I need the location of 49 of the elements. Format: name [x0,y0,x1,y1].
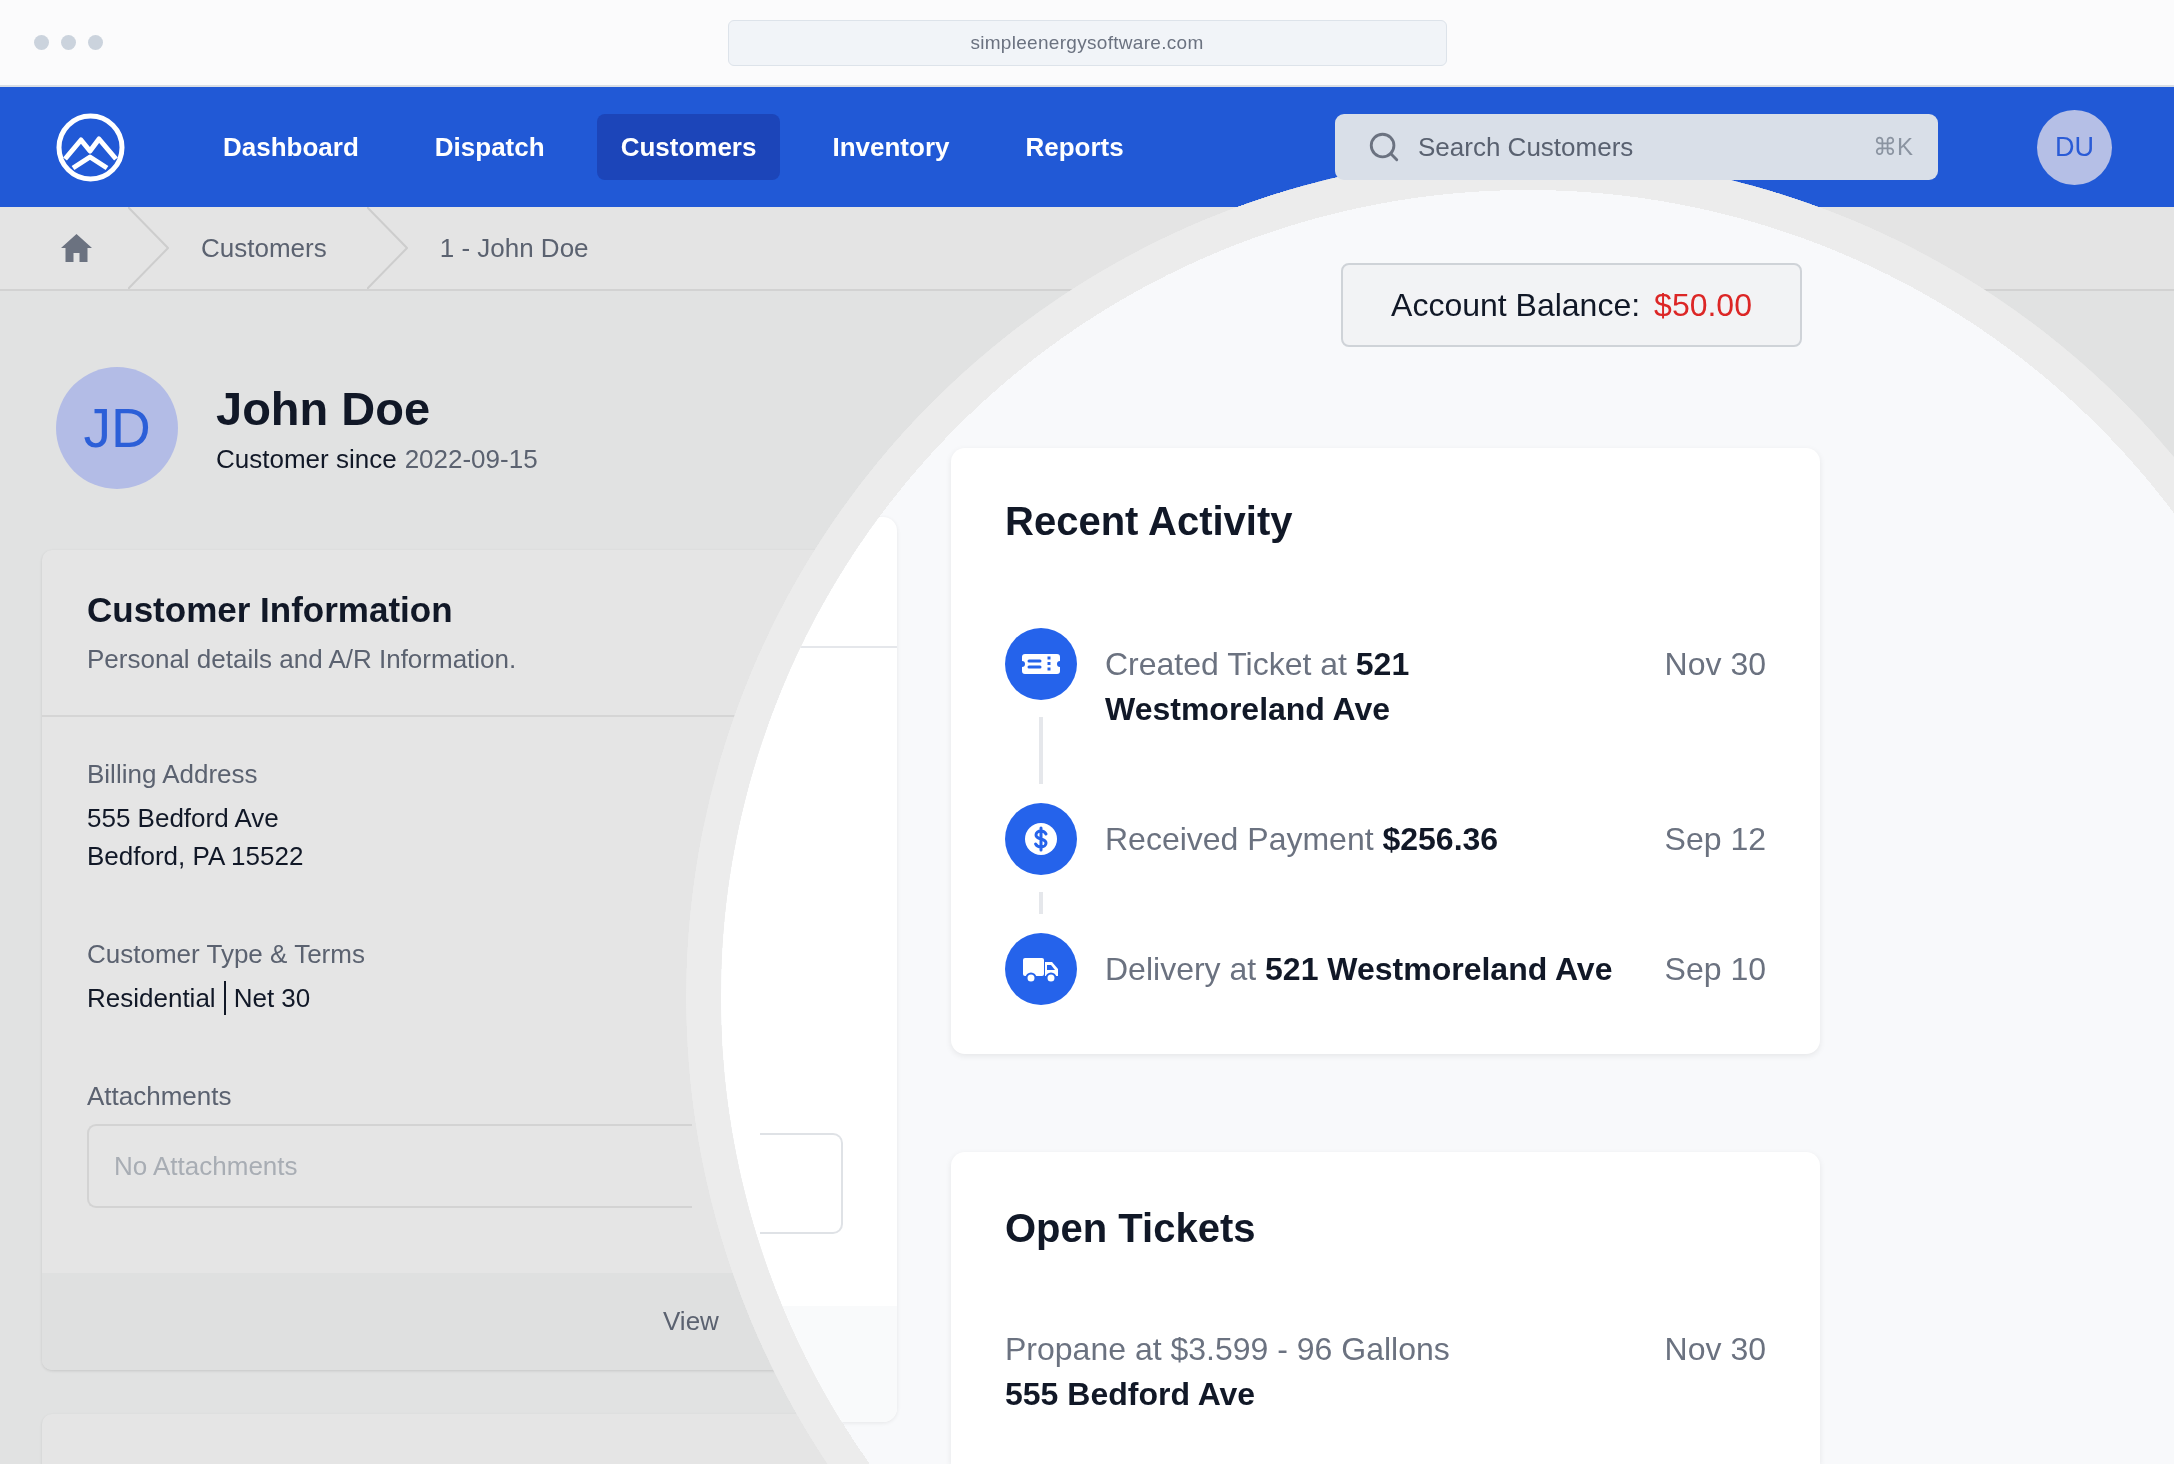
address-line: Bedford, PA 15522 [87,840,304,873]
breadcrumb-link[interactable]: 1 - John Doe [439,232,589,264]
user-avatar[interactable]: DU [2037,109,2112,185]
customer-avatar: JD [56,367,178,489]
shortcut-hint: ⌘K [1873,133,1913,161]
balance-label: Account Balance: [1391,286,1641,324]
customer-name: John Doe [216,381,431,436]
card-subtitle: Personal details and A/R Information. [87,643,517,675]
window-dot-icon[interactable] [34,35,49,50]
field-value: Net 30 [233,982,311,1015]
nav-link[interactable]: Reports [1001,114,1148,180]
search-icon [1367,130,1401,164]
attachments-field[interactable]: No Attachments [87,1124,692,1208]
search-input[interactable]: Search Customers [1418,127,1856,167]
truck-icon [1005,933,1077,1005]
customer-since-date: 2022-09-15 [404,442,538,475]
activity-date: Nov 30 [1664,645,1766,684]
activity-text: Delivery at 521 Westmoreland Ave [1105,950,1614,989]
activity-text: Received Payment $256.36 [1105,820,1500,859]
balance-amount: $50.00 [1654,286,1752,324]
activity-date: Sep 10 [1664,950,1766,989]
view-link[interactable]: View [663,1306,719,1337]
ticket-icon [1005,628,1077,700]
card-title: Recent Activity [1005,498,1293,545]
card-title: Customer Information [87,589,453,631]
mountain-logo[interactable] [56,112,125,182]
breadcrumb-link[interactable]: Customers [201,232,327,264]
address-bar[interactable]: simpleenergysoftware.com [727,19,1447,66]
ticket-date: Nov 30 [1664,1330,1766,1369]
attachments-field[interactable] [760,1133,843,1234]
address-line: 555 Bedford Ave [87,802,279,835]
customer-since-label: Customer since [216,442,397,475]
activity-date: Sep 12 [1664,820,1766,859]
field-label: Billing Address [87,758,258,790]
nav-link[interactable]: Dashboard [199,114,383,180]
card-title: Open Tickets [1005,1205,1256,1252]
dollar-icon [1005,803,1077,875]
activity-text: Created Ticket at 521 Westmoreland Ave [1105,645,1411,729]
ticket-description: Propane at $3.599 - 96 Gallons [1005,1330,1450,1369]
nav-link[interactable]: Customers [596,114,781,180]
window-dot-icon[interactable] [61,35,76,50]
home-icon[interactable] [60,233,93,263]
nav-link[interactable]: Inventory [808,114,974,180]
field-value: Residential [87,982,216,1015]
field-label: Customer Type & Terms [87,938,365,970]
window-dot-icon[interactable] [88,35,103,50]
ticket-address: 555 Bedford Ave [1005,1375,1256,1414]
field-label: Attachments [87,1080,232,1112]
nav-link[interactable]: Dispatch [410,114,569,180]
